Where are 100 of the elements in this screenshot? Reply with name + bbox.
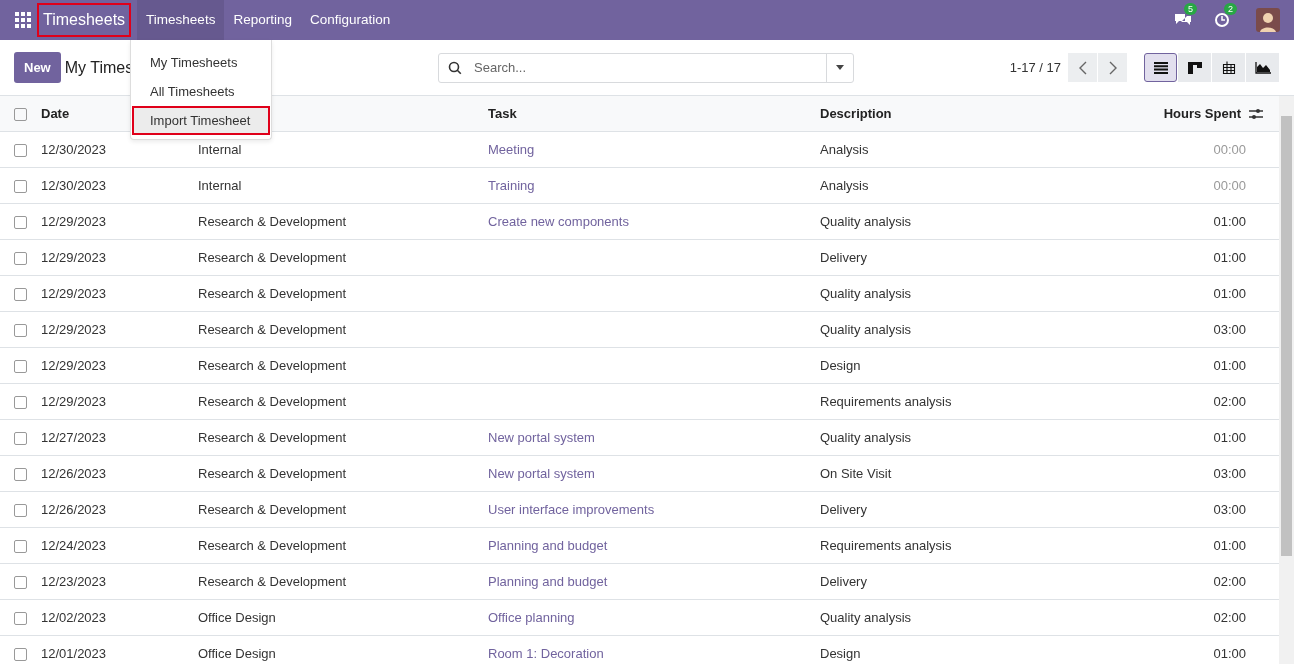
row-checkbox[interactable]	[14, 503, 27, 517]
table-cell: 12/29/2023	[41, 357, 107, 373]
table-cell: 12/24/2023	[41, 537, 107, 553]
row-checkbox[interactable]	[14, 287, 27, 301]
table-cell: On Site Visit	[820, 465, 892, 481]
view-switch-button[interactable]	[1246, 53, 1279, 82]
chevron-right-icon	[1108, 60, 1117, 75]
table-cell: 00:00	[1213, 177, 1246, 193]
table-cell: 12/30/2023	[41, 177, 107, 193]
table-cell: 01:00	[1213, 537, 1246, 553]
table-cell: Research & Development	[198, 357, 347, 373]
table-cell: Internal	[198, 177, 242, 193]
select-all-checkbox[interactable]	[14, 108, 27, 122]
table-cell: Research & Development	[198, 321, 347, 337]
row-checkbox[interactable]	[14, 467, 27, 481]
search-bar[interactable]: Search...	[438, 52, 854, 83]
table-cell: 12/26/2023	[41, 501, 107, 517]
table-cell: 03:00	[1213, 501, 1246, 517]
row-checkbox[interactable]	[14, 251, 27, 265]
table-cell: Quality analysis	[820, 213, 912, 229]
row-checkbox[interactable]	[14, 575, 27, 589]
column-header[interactable]: Date	[41, 106, 70, 121]
table-cell: 12/29/2023	[41, 285, 107, 301]
row-checkbox[interactable]	[14, 143, 27, 157]
table-cell: Research & Development	[198, 285, 347, 301]
table-cell: 03:00	[1213, 321, 1246, 337]
table-cell: Research & Development	[198, 393, 347, 409]
row-checkbox[interactable]	[14, 647, 27, 661]
table-cell: Research & Development	[198, 213, 347, 229]
menu-item[interactable]: Configuration	[300, 0, 400, 40]
table-cell: 12/29/2023	[41, 213, 107, 229]
task-link[interactable]: New portal system	[488, 429, 595, 445]
row-checkbox[interactable]	[14, 539, 27, 553]
task-link[interactable]: New portal system	[488, 465, 595, 481]
dropdown-item[interactable]: My Timesheets	[132, 48, 270, 77]
table-cell: Research & Development	[198, 465, 347, 481]
new-button[interactable]: New	[14, 52, 61, 83]
table-cell: Quality analysis	[820, 429, 912, 445]
pager-value: 1-17 / 17	[1009, 60, 1061, 75]
dropdown-item[interactable]: Import Timesheet	[132, 106, 270, 135]
table-cell: 12/02/2023	[41, 609, 107, 625]
kanban-icon	[1187, 61, 1202, 74]
task-link[interactable]: Office planning	[488, 609, 575, 625]
view-switch-button[interactable]	[1144, 53, 1177, 82]
table-cell: 01:00	[1213, 429, 1246, 445]
menu-item[interactable]: Reporting	[224, 0, 301, 40]
table-cell: Delivery	[820, 501, 867, 517]
list-icon	[1153, 61, 1168, 74]
view-switch-button[interactable]	[1178, 53, 1211, 82]
sliders-icon[interactable]	[1249, 107, 1263, 120]
table-cell: Design	[820, 645, 861, 661]
column-header[interactable]: Task	[488, 106, 517, 121]
row-checkbox[interactable]	[14, 215, 27, 229]
notification-badge: 5	[1184, 3, 1197, 15]
next-button[interactable]	[1098, 53, 1127, 82]
dropdown-item[interactable]: All Timesheets	[132, 77, 270, 106]
table-cell: Quality analysis	[820, 285, 912, 301]
notification-badge: 2	[1224, 3, 1237, 15]
table-cell: 12/29/2023	[41, 321, 107, 337]
table-cell: 12/26/2023	[41, 465, 107, 481]
table-cell: Design	[820, 357, 861, 373]
table-cell: 01:00	[1213, 357, 1246, 373]
clock-icon[interactable]	[1214, 12, 1230, 28]
table-cell: 12/29/2023	[41, 249, 107, 265]
table-cell: Internal	[198, 141, 242, 157]
view-switch-button[interactable]	[1212, 53, 1245, 82]
table-cell: 12/29/2023	[41, 393, 107, 409]
row-checkbox[interactable]	[14, 359, 27, 373]
table-cell: Delivery	[820, 249, 867, 265]
task-link[interactable]: Training	[488, 177, 535, 193]
area-chart-icon	[1254, 61, 1271, 74]
row-checkbox[interactable]	[14, 179, 27, 193]
task-link[interactable]: Planning and budget	[488, 537, 608, 553]
row-checkbox[interactable]	[14, 323, 27, 337]
table-cell: Quality analysis	[820, 321, 912, 337]
app-name[interactable]: Timesheets	[37, 3, 132, 37]
row-checkbox[interactable]	[14, 611, 27, 625]
avatar-icon[interactable]	[1256, 8, 1280, 32]
task-link[interactable]: Room 1: Decoration	[488, 645, 604, 661]
table-cell: Analysis	[820, 177, 869, 193]
table-cell: 01:00	[1213, 285, 1246, 301]
scrollbar[interactable]	[1279, 96, 1294, 664]
table-cell: 12/01/2023	[41, 645, 107, 661]
table-cell: 03:00	[1213, 465, 1246, 481]
column-header[interactable]: Description	[820, 106, 892, 121]
previous-button[interactable]	[1068, 53, 1097, 82]
table-cell: Research & Development	[198, 429, 347, 445]
menu-item[interactable]: Timesheets	[137, 0, 225, 40]
task-link[interactable]: Create new components	[488, 213, 629, 229]
task-link[interactable]: User interface improvements	[488, 501, 655, 517]
row-checkbox[interactable]	[14, 431, 27, 445]
app-grid-icon[interactable]	[15, 12, 31, 28]
table-icon	[1221, 60, 1236, 75]
row-checkbox[interactable]	[14, 395, 27, 409]
table-cell: Office Design	[198, 645, 276, 661]
table-cell: Research & Development	[198, 573, 347, 589]
task-link[interactable]: Meeting	[488, 141, 535, 157]
task-link[interactable]: Planning and budget	[488, 573, 608, 589]
table-cell: Office Design	[198, 609, 276, 625]
table-cell: Research & Development	[198, 537, 347, 553]
